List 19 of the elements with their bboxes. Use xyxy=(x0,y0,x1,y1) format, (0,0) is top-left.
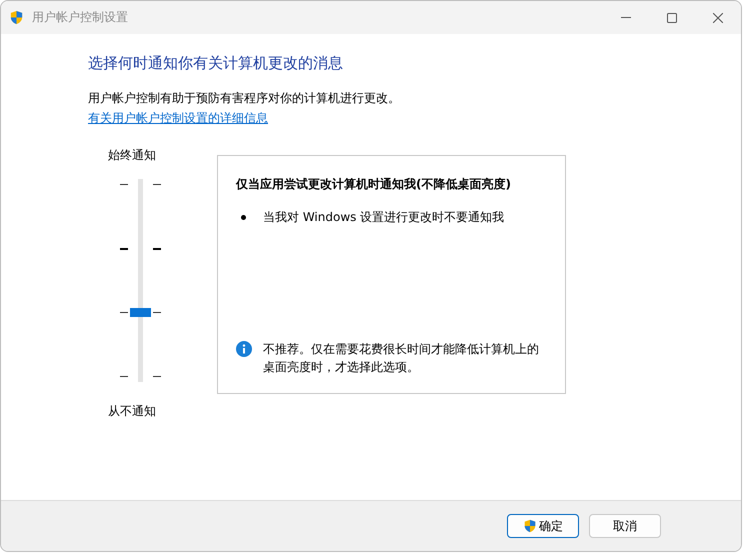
close-icon xyxy=(713,12,723,22)
dialog-heading: 选择何时通知你有关计算机更改的消息 xyxy=(88,54,344,73)
bullet-text: 当我对 Windows 设置进行更改时不要通知我 xyxy=(263,209,504,226)
cancel-button[interactable]: 取消 xyxy=(589,514,661,538)
details-link[interactable]: 有关用户帐户控制设置的详细信息 xyxy=(88,110,268,127)
shield-icon xyxy=(9,10,24,25)
slider-top-label: 始终通知 xyxy=(108,147,157,164)
note-text: 不推荐。仅在需要花费很长时间才能降低计算机上的桌面亮度时，才选择此选项。 xyxy=(263,341,540,376)
slider-bottom-label: 从不通知 xyxy=(108,403,157,420)
bullet-icon xyxy=(241,215,246,220)
shield-icon xyxy=(523,519,537,533)
window-title: 用户帐户控制设置 xyxy=(32,9,129,26)
info-icon xyxy=(236,341,252,357)
maximize-icon xyxy=(667,12,677,22)
ok-button[interactable]: 确定 xyxy=(507,514,579,538)
minimize-icon xyxy=(621,17,631,18)
description-text: 用户帐户控制有助于预防有害程序对你的计算机进行更改。 xyxy=(88,90,401,107)
panel-title: 仅当应用尝试更改计算机时通知我(不降低桌面亮度) xyxy=(236,176,512,193)
slider-thumb[interactable] xyxy=(130,308,151,318)
